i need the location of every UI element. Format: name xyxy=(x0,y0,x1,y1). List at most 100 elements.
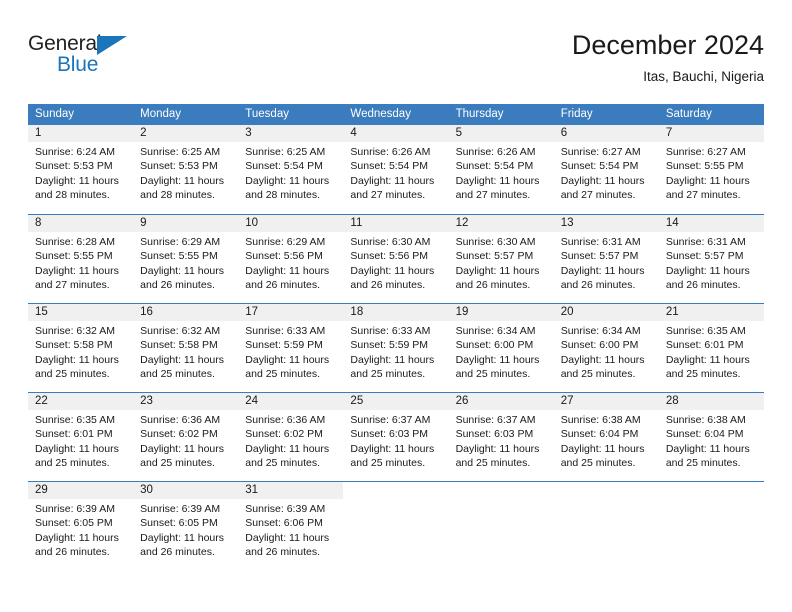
daylight-text: Daylight: 11 hours and 25 minutes. xyxy=(560,442,645,469)
daylight-text: Daylight: 11 hours and 25 minutes. xyxy=(455,353,540,380)
sunset-text: Sunset: 5:55 PM xyxy=(665,160,744,173)
day-cell[interactable]: 24 Sunrise: 6:36 AM Sunset: 6:02 PM Dayligh… xyxy=(238,393,344,481)
location-subtitle: Itas, Bauchi, Nigeria xyxy=(643,69,764,84)
daylight-text: Daylight: 11 hours and 28 minutes. xyxy=(140,174,224,201)
sunrise-text: Sunrise: 6:31 AM xyxy=(665,236,746,248)
day-cell[interactable]: 8 Sunrise: 6:28 AM Sunset: 5:55 PM Daylight… xyxy=(28,215,134,303)
day-cell[interactable]: 26 Sunrise: 6:37 AM Sunset: 6:03 PM Dayligh… xyxy=(448,393,554,481)
calendar-week-row: 1 Sunrise: 6:24 AM Sunset: 5:53 PM Daylight… xyxy=(28,125,764,214)
day-cell[interactable]: 28 Sunrise: 6:38 AM Sunset: 6:04 PM Dayligh… xyxy=(658,393,764,481)
sunrise-text: Sunrise: 6:35 AM xyxy=(35,414,115,426)
daylight-text: Daylight: 11 hours and 26 minutes. xyxy=(140,264,224,291)
weekday-header-friday: Friday xyxy=(560,108,593,120)
day-cell[interactable]: 27 Sunrise: 6:38 AM Sunset: 6:04 PM Dayligh… xyxy=(553,393,659,481)
day-number: 24 xyxy=(238,393,344,410)
sunrise-text: Sunrise: 6:36 AM xyxy=(245,414,326,426)
day-sun-info: Sunrise: 6:35 AM Sunset: 6:01 PM Daylight:… xyxy=(659,321,764,381)
calendar-page: General Blue December 2024 Itas, Bauchi,… xyxy=(0,0,792,612)
day-cell[interactable]: 10 Sunrise: 6:29 AM Sunset: 5:56 PM Dayligh… xyxy=(238,215,344,303)
day-cell[interactable]: 11 Sunrise: 6:30 AM Sunset: 5:56 PM Dayligh… xyxy=(343,215,449,303)
day-number: 2 xyxy=(133,125,239,142)
sunset-text: Sunset: 5:57 PM xyxy=(665,250,744,263)
day-sun-info: Sunrise: 6:36 AM Sunset: 6:02 PM Daylight:… xyxy=(133,410,238,470)
general-blue-logo[interactable]: General Blue xyxy=(28,32,148,88)
day-cell[interactable]: 18 Sunrise: 6:33 AM Sunset: 5:59 PM Dayligh… xyxy=(343,304,449,392)
sunset-text: Sunset: 5:56 PM xyxy=(350,250,429,263)
day-number xyxy=(554,482,659,499)
weekday-header-thursday: Thursday xyxy=(455,108,504,120)
sunrise-text: Sunrise: 6:33 AM xyxy=(350,325,431,337)
day-cell[interactable]: 12 Sunrise: 6:30 AM Sunset: 5:57 PM Dayligh… xyxy=(448,215,554,303)
daylight-text: Daylight: 11 hours and 27 minutes. xyxy=(455,174,540,201)
day-sun-info: Sunrise: 6:32 AM Sunset: 5:58 PM Daylight:… xyxy=(133,321,238,381)
day-sun-info: Sunrise: 6:33 AM Sunset: 5:59 PM Daylight:… xyxy=(238,321,343,381)
day-cell[interactable]: 23 Sunrise: 6:36 AM Sunset: 6:02 PM Dayligh… xyxy=(133,393,239,481)
day-cell[interactable]: 5 Sunrise: 6:26 AM Sunset: 5:54 PM Daylight… xyxy=(448,125,554,214)
day-sun-info: Sunrise: 6:25 AM Sunset: 5:54 PM Daylight:… xyxy=(238,142,343,202)
day-number: 7 xyxy=(658,125,764,142)
day-cell[interactable]: 3 Sunrise: 6:25 AM Sunset: 5:54 PM Daylight… xyxy=(238,125,344,214)
day-cell[interactable]: 2 Sunrise: 6:25 AM Sunset: 5:53 PM Daylight… xyxy=(133,125,239,214)
day-cell[interactable]: 13 Sunrise: 6:31 AM Sunset: 5:57 PM Dayligh… xyxy=(553,215,659,303)
day-sun-info: Sunrise: 6:26 AM Sunset: 5:54 PM Daylight:… xyxy=(343,142,448,202)
calendar-week-row: 15 Sunrise: 6:32 AM Sunset: 5:58 PM Dayligh… xyxy=(28,303,764,392)
day-cell[interactable]: 14 Sunrise: 6:31 AM Sunset: 5:57 PM Dayligh… xyxy=(658,215,764,303)
day-number: 25 xyxy=(343,393,449,410)
day-cell[interactable]: 4 Sunrise: 6:26 AM Sunset: 5:54 PM Daylight… xyxy=(343,125,449,214)
sunset-text: Sunset: 5:54 PM xyxy=(560,160,639,173)
daylight-text: Daylight: 11 hours and 25 minutes. xyxy=(560,353,645,380)
sunrise-text: Sunrise: 6:29 AM xyxy=(140,236,221,248)
sunset-text: Sunset: 5:59 PM xyxy=(245,339,323,352)
day-sun-info: Sunrise: 6:27 AM Sunset: 5:54 PM Daylight:… xyxy=(554,142,659,202)
day-sun-info: Sunrise: 6:38 AM Sunset: 6:04 PM Daylight:… xyxy=(659,410,764,470)
day-number xyxy=(449,482,554,499)
day-cell[interactable]: 7 Sunrise: 6:27 AM Sunset: 5:55 PM Daylight… xyxy=(658,125,764,214)
calendar-week-row: 29 Sunrise: 6:39 AM Sunset: 6:05 PM Dayligh… xyxy=(28,481,764,570)
day-number: 23 xyxy=(133,393,239,410)
sunset-text: Sunset: 5:53 PM xyxy=(140,160,218,173)
day-cell[interactable]: 22 Sunrise: 6:35 AM Sunset: 6:01 PM Dayligh… xyxy=(28,393,134,481)
sunrise-text: Sunrise: 6:37 AM xyxy=(455,414,536,426)
day-sun-info: Sunrise: 6:33 AM Sunset: 5:59 PM Daylight:… xyxy=(343,321,448,381)
day-sun-info: Sunrise: 6:39 AM Sunset: 6:05 PM Daylight:… xyxy=(133,499,238,559)
day-cell-empty xyxy=(554,482,659,570)
day-cell[interactable]: 16 Sunrise: 6:32 AM Sunset: 5:58 PM Dayligh… xyxy=(133,304,239,392)
daylight-text: Daylight: 11 hours and 26 minutes. xyxy=(665,264,750,291)
day-cell[interactable]: 30 Sunrise: 6:39 AM Sunset: 6:05 PM Dayligh… xyxy=(133,482,239,570)
day-cell[interactable]: 19 Sunrise: 6:34 AM Sunset: 6:00 PM Dayligh… xyxy=(448,304,554,392)
day-cell[interactable]: 25 Sunrise: 6:37 AM Sunset: 6:03 PM Dayligh… xyxy=(343,393,449,481)
weekday-header-row: Sunday Monday Tuesday Wednesday Thursday Frid… xyxy=(28,104,764,125)
day-cell[interactable]: 17 Sunrise: 6:33 AM Sunset: 5:59 PM Dayligh… xyxy=(238,304,344,392)
sunset-text: Sunset: 6:04 PM xyxy=(560,428,639,441)
sunset-text: Sunset: 6:04 PM xyxy=(665,428,744,441)
day-sun-info: Sunrise: 6:38 AM Sunset: 6:04 PM Daylight:… xyxy=(554,410,659,470)
day-cell[interactable]: 20 Sunrise: 6:34 AM Sunset: 6:00 PM Dayligh… xyxy=(553,304,659,392)
day-cell-empty xyxy=(659,482,764,570)
weekday-header-saturday: Saturday xyxy=(665,108,712,120)
daylight-text: Daylight: 11 hours and 26 minutes. xyxy=(245,531,330,558)
day-cell[interactable]: 15 Sunrise: 6:32 AM Sunset: 5:58 PM Dayligh… xyxy=(28,304,134,392)
daylight-text: Daylight: 11 hours and 25 minutes. xyxy=(140,353,224,380)
day-cell[interactable]: 31 Sunrise: 6:39 AM Sunset: 6:06 PM Dayligh… xyxy=(238,482,344,570)
page-header: General Blue December 2024 Itas, Bauchi,… xyxy=(28,28,764,96)
day-cell[interactable]: 29 Sunrise: 6:39 AM Sunset: 6:05 PM Dayligh… xyxy=(28,482,134,570)
weekday-header-monday: Monday xyxy=(140,108,182,120)
day-cell[interactable]: 9 Sunrise: 6:29 AM Sunset: 5:55 PM Daylight… xyxy=(133,215,239,303)
sunrise-text: Sunrise: 6:39 AM xyxy=(35,503,115,515)
day-cell[interactable]: 21 Sunrise: 6:35 AM Sunset: 6:01 PM Dayligh… xyxy=(658,304,764,392)
title-block: December 2024 Itas, Bauchi, Nigeria xyxy=(572,28,764,87)
logo-text-blue: Blue xyxy=(57,53,99,76)
day-number: 3 xyxy=(238,125,344,142)
sunrise-text: Sunrise: 6:30 AM xyxy=(350,236,431,248)
day-sun-info: Sunrise: 6:34 AM Sunset: 6:00 PM Daylight:… xyxy=(449,321,554,381)
day-number: 18 xyxy=(343,304,449,321)
calendar-week-row: 8 Sunrise: 6:28 AM Sunset: 5:55 PM Daylight… xyxy=(28,214,764,303)
day-number: 19 xyxy=(448,304,554,321)
daylight-text: Daylight: 11 hours and 28 minutes. xyxy=(35,174,119,201)
daylight-text: Daylight: 11 hours and 27 minutes. xyxy=(665,174,750,201)
day-number: 21 xyxy=(658,304,764,321)
day-cell[interactable]: 6 Sunrise: 6:27 AM Sunset: 5:54 PM Daylight… xyxy=(553,125,659,214)
day-cell[interactable]: 1 Sunrise: 6:24 AM Sunset: 5:53 PM Daylight… xyxy=(28,125,134,214)
sunset-text: Sunset: 5:54 PM xyxy=(245,160,323,173)
day-number: 12 xyxy=(448,215,554,232)
